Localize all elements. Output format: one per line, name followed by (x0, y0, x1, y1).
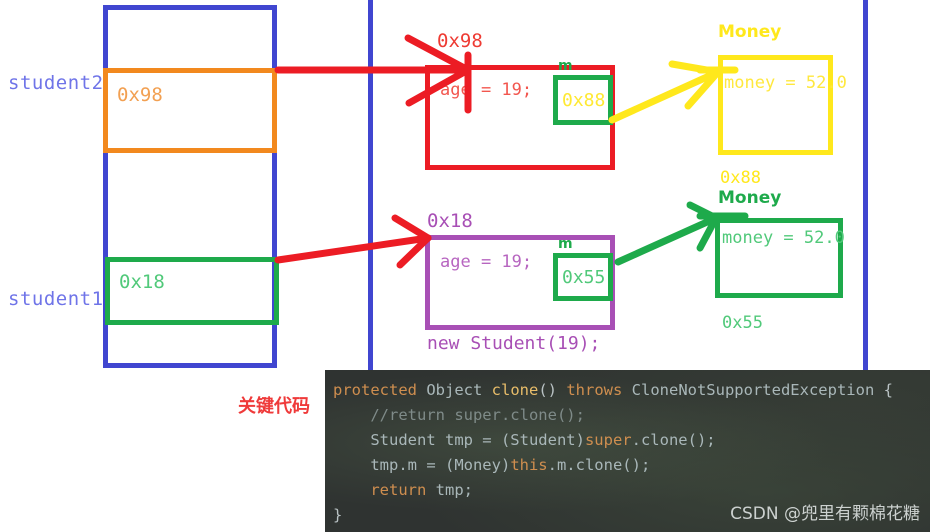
heap-student-b-member-label: m (558, 236, 573, 252)
arrow-heap-a-member-to-money-a (608, 60, 739, 124)
heap-student-a-address: 0x98 (437, 30, 483, 52)
money-a-field: money = 52.0 (724, 73, 847, 93)
heap-student-b-age-field: age = 19; (440, 252, 533, 272)
watermark: CSDN @兜里有颗棉花糖 (730, 504, 920, 524)
heap-student-a-member-label: m (558, 58, 573, 74)
divider-line-left (368, 0, 373, 372)
heap-student-b-member-box: 0x55 (553, 253, 613, 301)
heap-student-b-member-value: 0x55 (562, 267, 606, 288)
money-b-field: money = 52.0 (722, 228, 845, 248)
money-a-box (718, 55, 833, 155)
money-b-address: 0x55 (722, 313, 763, 333)
stack-slot-student2-value: 0x98 (117, 84, 163, 106)
stack-slot-student1: 0x18 (105, 257, 279, 325)
label-student2: student2 (8, 72, 104, 94)
stack-slot-student1-value: 0x18 (119, 271, 165, 293)
money-a-type-label: Money (718, 22, 782, 42)
money-a-address: 0x88 (720, 168, 761, 188)
heap-student-a-age-field: age = 19; (440, 80, 533, 100)
heap-student-b-caption: new Student(19); (427, 333, 601, 354)
key-code-label: 关键代码 (238, 396, 310, 417)
heap-student-b-address: 0x18 (427, 210, 473, 232)
diagram-canvas: student2 0x98 student1 0x18 0x98 age = 1… (0, 0, 930, 532)
divider-line-right (863, 0, 868, 372)
heap-student-a-member-box: 0x88 (553, 75, 613, 125)
arrow-student1-to-heap-b (274, 214, 432, 269)
label-student1: student1 (8, 288, 104, 310)
money-b-type-label: Money (718, 188, 782, 208)
heap-student-a-member-value: 0x88 (562, 90, 606, 111)
code-panel: protected Object clone() throws CloneNot… (325, 370, 930, 532)
stack-slot-student2: 0x98 (103, 68, 277, 153)
